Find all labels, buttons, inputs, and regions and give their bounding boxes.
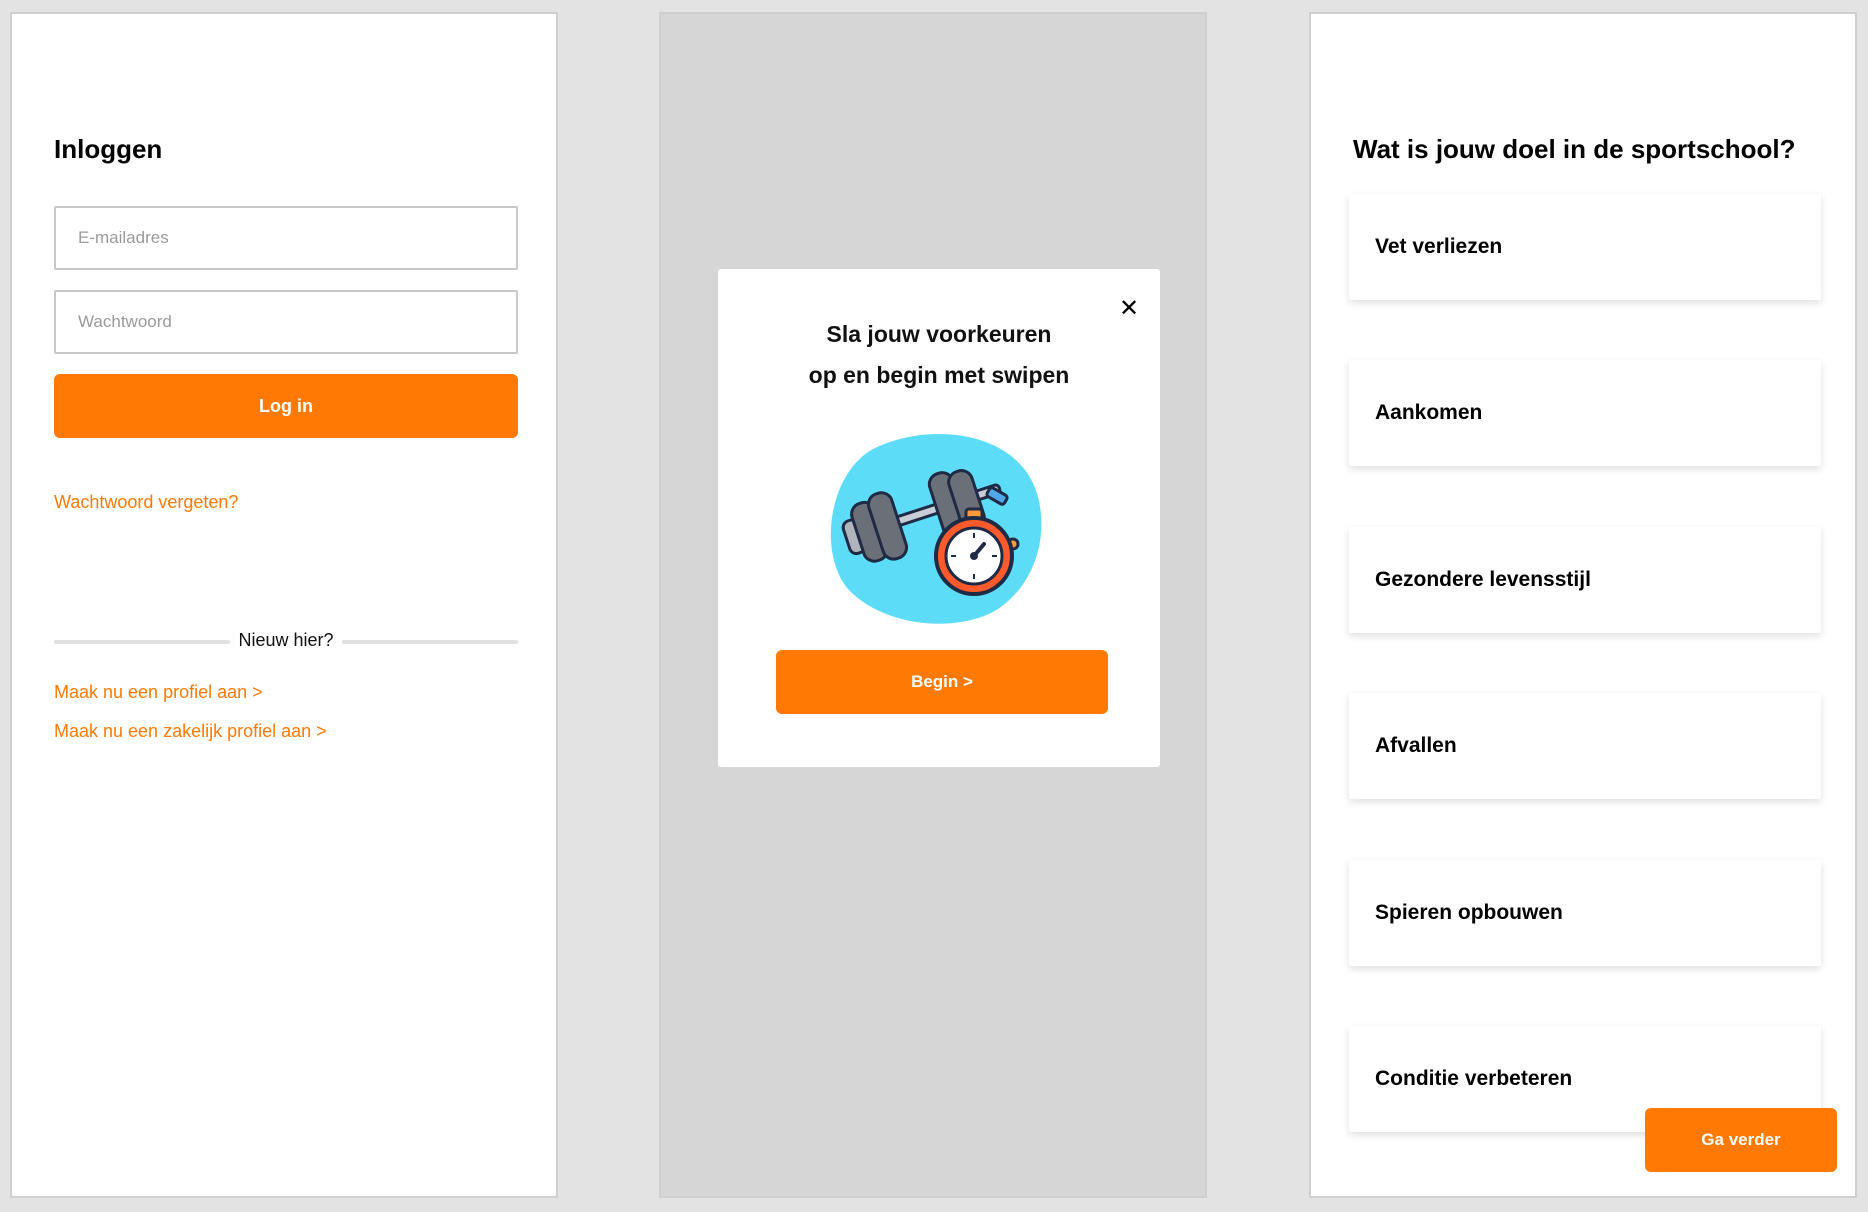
modal-title: Sla jouw voorkeuren op en begin met swip…: [718, 314, 1160, 396]
goal-option-label: Aankomen: [1375, 401, 1483, 424]
goal-option-afvallen[interactable]: Afvallen: [1349, 693, 1821, 799]
goal-option-spieren-opbouwen[interactable]: Spieren opbouwen: [1349, 860, 1821, 966]
goal-option-vet-verliezen[interactable]: Vet verliezen: [1349, 194, 1821, 300]
goal-option-label: Conditie verbeteren: [1375, 1067, 1573, 1090]
goal-option-label: Gezondere levensstijl: [1375, 568, 1591, 591]
modal-title-line1: Sla jouw voorkeuren: [826, 321, 1052, 347]
new-here-label: Nieuw hier?: [238, 630, 334, 650]
login-screen: Inloggen Log in Wachtwoord vergeten? Nie…: [10, 12, 558, 1198]
email-field[interactable]: [54, 206, 518, 270]
goal-option-aankomen[interactable]: Aankomen: [1349, 360, 1821, 466]
dumbbell-stopwatch-illustration: [830, 434, 1042, 624]
begin-button[interactable]: Begin >: [776, 650, 1108, 714]
login-title: Inloggen: [54, 134, 163, 164]
preferences-modal: ✕ Sla jouw voorkeuren op en begin met sw…: [718, 269, 1160, 767]
create-business-profile-link[interactable]: Maak nu een zakelijk profiel aan >: [54, 721, 327, 742]
goal-option-label: Afvallen: [1375, 734, 1457, 757]
create-profile-link[interactable]: Maak nu een profiel aan >: [54, 682, 263, 703]
preferences-modal-screen: ✕ Sla jouw voorkeuren op en begin met sw…: [659, 12, 1207, 1198]
password-field[interactable]: [54, 290, 518, 354]
goal-option-gezondere-levensstijl[interactable]: Gezondere levensstijl: [1349, 527, 1821, 633]
goals-screen: Wat is jouw doel in de sportschool? Vet …: [1309, 12, 1857, 1198]
divider-line-right: [342, 640, 518, 644]
goals-title: Wat is jouw doel in de sportschool?: [1353, 134, 1796, 164]
goal-option-label: Vet verliezen: [1375, 235, 1503, 258]
continue-button[interactable]: Ga verder: [1645, 1108, 1837, 1172]
login-button[interactable]: Log in: [54, 374, 518, 438]
divider-line-left: [54, 640, 230, 644]
forgot-password-link[interactable]: Wachtwoord vergeten?: [54, 492, 238, 513]
modal-title-line2: op en begin met swipen: [808, 362, 1070, 388]
goal-option-label: Spieren opbouwen: [1375, 901, 1563, 924]
